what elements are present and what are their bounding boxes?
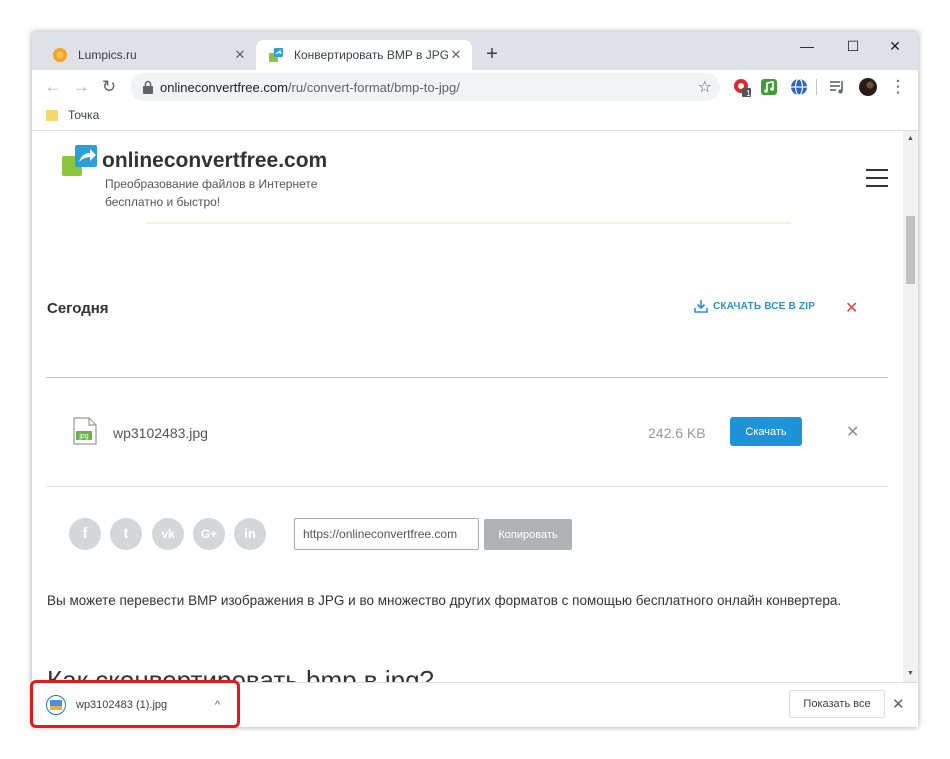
highlight-annotation	[30, 680, 240, 728]
download-all-zip-link[interactable]: СКАЧАТЬ ВСЕ В ZIP	[694, 299, 815, 313]
tab-close-icon[interactable]: ✕	[448, 47, 464, 63]
folder-icon	[46, 109, 58, 121]
site-name[interactable]: onlineconvertfree.com	[102, 149, 327, 173]
show-all-downloads-button[interactable]: Показать все	[789, 690, 885, 718]
share-twitter-icon[interactable]: t	[110, 518, 142, 550]
close-downloads-bar-icon[interactable]: ✕	[892, 695, 905, 713]
onlineconvertfree-logo-icon[interactable]	[62, 145, 98, 177]
share-linkedin-icon[interactable]: in	[234, 518, 266, 550]
toolbar-separator	[816, 79, 817, 95]
music-extension-icon[interactable]	[759, 77, 779, 97]
new-tab-button[interactable]: +	[480, 42, 504, 66]
vpn-globe-icon[interactable]	[789, 77, 809, 97]
hamburger-menu-icon[interactable]	[866, 169, 888, 187]
url-path: /ru/convert-format/bmp-to-jpg/	[287, 80, 460, 95]
file-divider	[46, 486, 888, 487]
media-queue-icon[interactable]	[827, 77, 847, 97]
download-icon	[694, 300, 708, 313]
scroll-up-arrow-icon[interactable]: ▲	[903, 133, 918, 145]
tab-convert[interactable]: Конвертировать BMP в JPG онлайн бесплатн…	[256, 40, 472, 70]
section-title-today: Сегодня	[47, 300, 109, 317]
clear-all-button[interactable]: ✕	[845, 298, 858, 318]
address-url: onlineconvertfree.com/ru/convert-format/…	[160, 80, 460, 95]
browser-toolbar: ← → ↻ onlineconvertfree.com/ru/convert-f…	[32, 70, 918, 104]
forward-button[interactable]: →	[68, 74, 94, 100]
browser-menu-button[interactable]: ⋮	[888, 74, 908, 100]
back-button[interactable]: ←	[40, 74, 66, 100]
reload-button[interactable]: ↻	[96, 74, 122, 100]
download-file-button[interactable]: Скачать	[730, 417, 802, 446]
remove-file-button[interactable]: ✕	[846, 422, 859, 442]
minimize-button[interactable]: —	[784, 32, 830, 60]
tab-title: Lumpics.ru	[78, 48, 137, 62]
share-google-plus-icon[interactable]: G+	[193, 518, 225, 550]
share-facebook-icon[interactable]: f	[69, 518, 101, 550]
download-all-label: СКАЧАТЬ ВСЕ В ZIP	[713, 300, 816, 312]
header-divider	[146, 222, 791, 224]
share-url-input[interactable]	[294, 518, 479, 550]
page-scrollbar[interactable]: ▲ ▼	[903, 131, 918, 682]
jpg-file-icon: jpg	[73, 417, 97, 445]
bookmark-star-icon[interactable]: ☆	[698, 77, 712, 97]
tab-strip: Lumpics.ru ✕ Конвертировать BMP в JPG он…	[32, 32, 918, 70]
bookmark-tochka[interactable]: Точка	[46, 108, 99, 122]
converted-file-name: wp3102483.jpg	[113, 425, 208, 441]
bookmark-label: Точка	[68, 108, 100, 122]
section-divider	[46, 377, 888, 378]
tab-close-icon[interactable]: ✕	[232, 47, 248, 63]
maximize-button[interactable]: ☐	[830, 32, 876, 60]
tab-lumpics[interactable]: Lumpics.ru ✕	[40, 40, 256, 70]
bookmarks-bar: Точка	[32, 104, 918, 131]
lock-icon	[143, 80, 153, 94]
description-paragraph: Вы можете перевести BMP изображения в JP…	[47, 593, 842, 608]
converted-file-size: 242.6 KB	[648, 425, 706, 441]
close-window-button[interactable]: ✕	[872, 32, 918, 60]
profile-avatar[interactable]	[858, 77, 878, 97]
browser-window: Lumpics.ru ✕ Конвертировать BMP в JPG он…	[32, 32, 918, 727]
extension-badge: 1	[746, 89, 751, 98]
copy-link-button[interactable]: Копировать	[484, 519, 572, 550]
url-host: onlineconvertfree.com	[160, 80, 288, 95]
page-content: onlineconvertfree.com Преобразование фай…	[32, 131, 903, 682]
share-vk-icon[interactable]: vk	[152, 518, 184, 550]
onlineconvertfree-favicon-icon	[269, 48, 283, 62]
site-tagline: Преобразование файлов в Интернете беспла…	[105, 177, 318, 209]
scrollbar-thumb[interactable]	[906, 216, 915, 284]
tab-title: Конвертировать BMP в JPG онлайн бесплатн…	[294, 48, 448, 62]
lumpics-favicon-icon	[53, 48, 67, 62]
file-icon-label: jpg	[78, 433, 88, 440]
address-bar[interactable]: onlineconvertfree.com/ru/convert-format/…	[130, 73, 720, 101]
scroll-down-arrow-icon[interactable]: ▼	[903, 668, 918, 680]
